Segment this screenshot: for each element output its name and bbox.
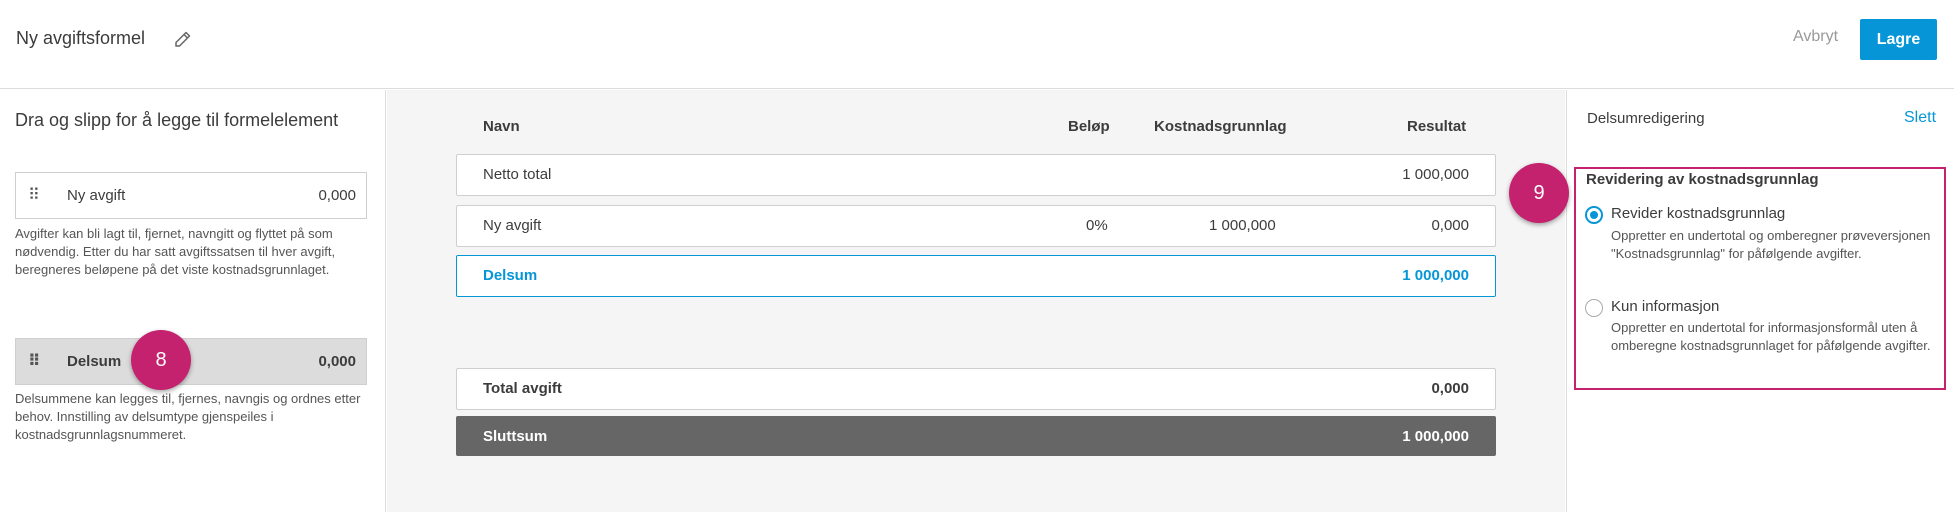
- page-title: Ny avgiftsformel: [16, 28, 146, 48]
- drag-handle-icon[interactable]: ⠿: [28, 187, 58, 203]
- option-label[interactable]: Kun informasjon: [1611, 298, 1719, 315]
- row-name: Delsum: [483, 267, 538, 284]
- element-value: 0,000: [318, 187, 356, 204]
- cancel-button[interactable]: Avbryt: [1793, 28, 1838, 46]
- subtotal-edit-panel: Delsumredigering Slett Revidering av kos…: [1509, 90, 1954, 512]
- callout-badge: 8: [131, 330, 191, 390]
- row-name: Sluttsum: [483, 428, 548, 445]
- table-row-selected[interactable]: Delsum 1 000,000: [456, 255, 1496, 297]
- row-result: 0,000: [1431, 217, 1469, 234]
- grand-total-row: Sluttsum 1 000,000: [456, 416, 1496, 456]
- highlight-box: [1574, 167, 1946, 390]
- row-name: Netto total: [483, 166, 552, 183]
- column-header-name: Navn: [483, 118, 520, 135]
- column-header-basis: Kostnadsgrunnlag: [1154, 118, 1287, 135]
- table-row[interactable]: Netto total 1 000,000: [456, 154, 1496, 196]
- row-name: Total avgift: [483, 380, 562, 397]
- element-label: Delsum: [67, 353, 122, 370]
- element-description: Delsummene kan legges til, fjernes, navn…: [15, 391, 361, 442]
- element-label: Ny avgift: [67, 187, 126, 204]
- option-label[interactable]: Revider kostnadsgrunnlag: [1611, 205, 1785, 222]
- pencil-icon[interactable]: [173, 29, 193, 49]
- drag-handle-icon[interactable]: ⠿: [28, 353, 58, 369]
- element-description: Avgifter kan bli lagt til, fjernet, navn…: [15, 226, 336, 277]
- row-result: 1 000,000: [1402, 166, 1469, 183]
- callout-badge: 9: [1509, 163, 1569, 223]
- row-result: 1 000,000: [1402, 428, 1469, 445]
- column-header-result: Resultat: [1407, 118, 1467, 135]
- row-name: Ny avgift: [483, 217, 542, 234]
- panel-title: Delsumredigering: [1587, 110, 1705, 127]
- radio-revise-basis[interactable]: [1585, 206, 1603, 224]
- formula-table: Navn Beløp Kostnadsgrunnlag Resultat Net…: [387, 90, 1565, 512]
- radio-info-only[interactable]: [1585, 299, 1603, 317]
- element-new-fee[interactable]: ⠿ Ny avgift 0,000: [15, 172, 367, 219]
- section-title: Revidering av kostnadsgrunnlag: [1586, 171, 1819, 188]
- save-button[interactable]: Lagre: [1860, 19, 1937, 60]
- header-bar: Ny avgiftsformel Avbryt Lagre: [0, 0, 1954, 89]
- elements-heading: Dra og slipp for å legge til formeleleme…: [15, 110, 339, 130]
- row-result: 1 000,000: [1402, 267, 1469, 284]
- total-fee-row: Total avgift 0,000: [456, 368, 1496, 410]
- table-row[interactable]: Ny avgift 0% 1 000,000 0,000: [456, 205, 1496, 247]
- option-description: Oppretter en undertotal og omberegner pr…: [1611, 228, 1931, 261]
- column-header-amount: Beløp: [1068, 118, 1110, 135]
- element-value: 0,000: [318, 353, 356, 370]
- delete-link[interactable]: Slett: [1904, 109, 1936, 127]
- row-amount: 0%: [1086, 217, 1108, 234]
- row-basis: 1 000,000: [1209, 217, 1276, 234]
- elements-panel: Dra og slipp for å legge til formeleleme…: [0, 90, 386, 512]
- row-result: 0,000: [1431, 380, 1469, 397]
- option-description: Oppretter en undertotal for informasjons…: [1611, 320, 1931, 353]
- element-subtotal[interactable]: ⠿ Delsum 0,000: [15, 338, 367, 385]
